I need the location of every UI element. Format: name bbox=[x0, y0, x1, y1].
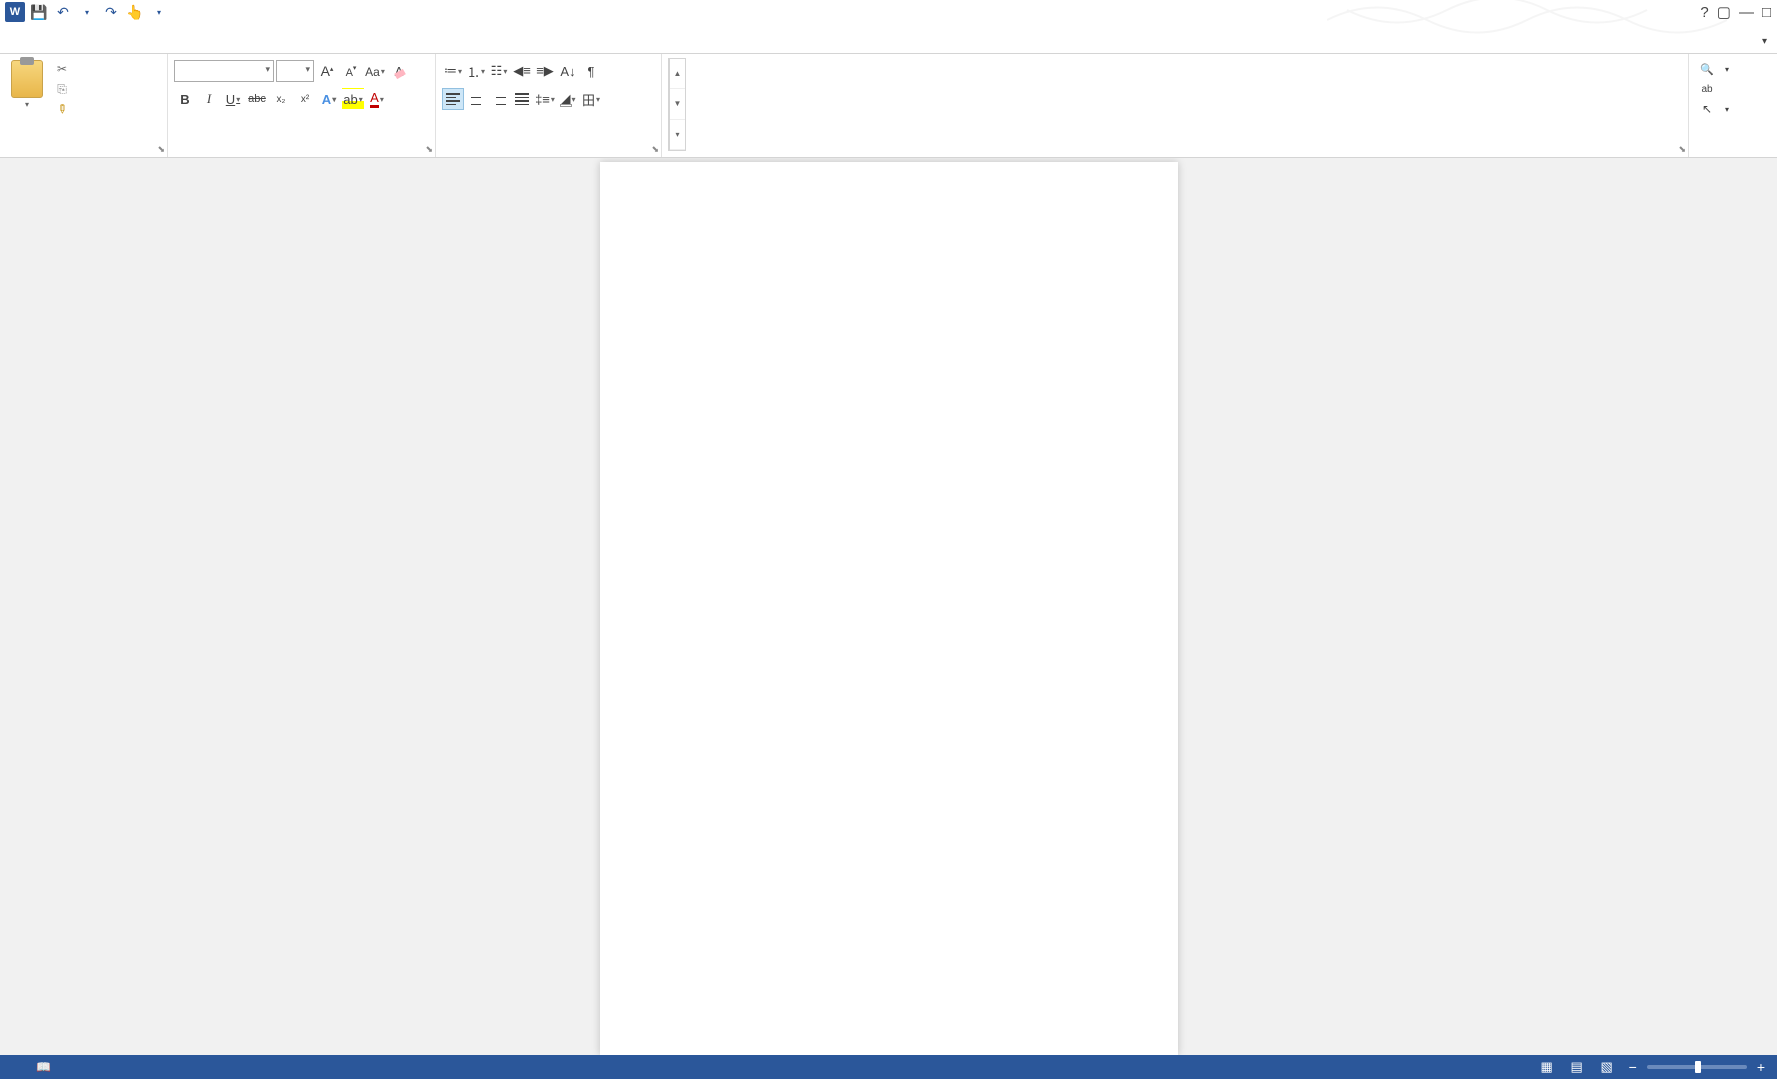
editing-group: ▾ ▾ bbox=[1689, 54, 1777, 157]
zoom-in-button[interactable]: + bbox=[1753, 1059, 1769, 1075]
help-icon[interactable]: ? bbox=[1700, 4, 1708, 21]
find-button[interactable]: ▾ bbox=[1695, 60, 1733, 78]
decrease-indent-icon[interactable]: ◀≡ bbox=[511, 60, 533, 82]
ribbon-tabs bbox=[0, 24, 1777, 54]
undo-dropdown-icon[interactable]: ▾ bbox=[76, 1, 98, 23]
copy-button[interactable] bbox=[52, 80, 76, 98]
maximize-icon[interactable]: □ bbox=[1762, 4, 1771, 21]
highlight-icon[interactable]: ab bbox=[342, 88, 364, 110]
editing-group-label bbox=[1695, 151, 1771, 155]
paste-icon bbox=[11, 60, 43, 98]
spell-check-icon[interactable]: 📖 bbox=[36, 1060, 51, 1074]
line-spacing-icon[interactable]: ‡≡ bbox=[534, 88, 556, 110]
window-controls: ? ▢ — □ bbox=[1700, 3, 1777, 21]
scissors-icon bbox=[54, 61, 70, 77]
font-launcher-icon[interactable]: ⬊ bbox=[425, 144, 433, 155]
read-mode-icon[interactable]: ▦ bbox=[1535, 1057, 1559, 1077]
minimize-icon[interactable]: — bbox=[1739, 4, 1754, 21]
text-effects-icon[interactable]: A bbox=[318, 88, 340, 110]
bold-button[interactable]: B bbox=[174, 88, 196, 110]
zoom-out-button[interactable]: − bbox=[1625, 1059, 1641, 1075]
qat-customize-icon[interactable]: ▾ bbox=[148, 1, 170, 23]
underline-button[interactable]: U bbox=[222, 88, 244, 110]
styles-scroll: ▲ ▼ ▾ bbox=[670, 58, 686, 151]
find-icon bbox=[1699, 61, 1715, 77]
change-case-icon[interactable] bbox=[364, 60, 386, 82]
clear-formatting-icon[interactable] bbox=[388, 60, 410, 82]
replace-icon bbox=[1699, 81, 1715, 97]
styles-group-label bbox=[668, 151, 1682, 155]
align-right-button[interactable] bbox=[488, 88, 510, 110]
print-layout-icon[interactable]: ▤ bbox=[1565, 1057, 1589, 1077]
document-page[interactable] bbox=[600, 162, 1178, 1055]
font-color-icon[interactable]: A bbox=[366, 88, 388, 110]
font-group-label bbox=[174, 151, 429, 155]
grow-font-icon[interactable] bbox=[316, 60, 338, 82]
copy-icon bbox=[54, 81, 70, 97]
title-bar: W 💾 ↶ ▾ ↷ 👆 ▾ ? ▢ — □ bbox=[0, 0, 1777, 24]
select-icon bbox=[1699, 101, 1715, 117]
numbering-icon[interactable]: ⒈ bbox=[465, 60, 487, 82]
web-layout-icon[interactable]: ▧ bbox=[1595, 1057, 1619, 1077]
touch-mode-icon[interactable]: 👆 bbox=[124, 1, 146, 23]
brush-icon bbox=[54, 101, 70, 117]
borders-icon[interactable]: 田 bbox=[580, 88, 602, 110]
user-account[interactable] bbox=[1752, 26, 1777, 53]
ribbon-display-icon[interactable]: ▢ bbox=[1717, 3, 1731, 21]
quick-access-toolbar: W 💾 ↶ ▾ ↷ 👆 ▾ bbox=[0, 1, 170, 23]
show-marks-icon[interactable]: ¶ bbox=[580, 60, 602, 82]
sort-icon[interactable]: A↓ bbox=[557, 60, 579, 82]
shrink-font-icon[interactable] bbox=[340, 60, 362, 82]
clipboard-launcher-icon[interactable]: ⬊ bbox=[157, 144, 165, 155]
status-bar: 📖 ▦ ▤ ▧ − + bbox=[0, 1055, 1777, 1079]
styles-expand-icon[interactable]: ▾ bbox=[670, 120, 685, 150]
save-icon[interactable]: 💾 bbox=[28, 1, 50, 23]
bullets-icon[interactable]: ≔ bbox=[442, 60, 464, 82]
word-app-icon[interactable]: W bbox=[4, 1, 26, 23]
clipboard-group: ▾ ⬊ bbox=[0, 54, 168, 157]
zoom-thumb[interactable] bbox=[1695, 1061, 1701, 1073]
select-button[interactable]: ▾ bbox=[1695, 100, 1733, 118]
styles-launcher-icon[interactable]: ⬊ bbox=[1678, 144, 1686, 155]
zoom-slider[interactable] bbox=[1647, 1065, 1747, 1069]
format-painter-button[interactable] bbox=[52, 100, 76, 118]
styles-group: ▲ ▼ ▾ ⬊ bbox=[662, 54, 1689, 157]
strikethrough-button[interactable]: abc bbox=[246, 88, 268, 110]
align-center-button[interactable] bbox=[465, 88, 487, 110]
ribbon: ▾ ⬊ B I U abc bbox=[0, 54, 1777, 158]
cut-button[interactable] bbox=[52, 60, 76, 78]
clipboard-group-label bbox=[6, 151, 161, 155]
increase-indent-icon[interactable]: ≡▶ bbox=[534, 60, 556, 82]
replace-button[interactable] bbox=[1695, 80, 1723, 98]
redo-icon[interactable]: ↷ bbox=[100, 1, 122, 23]
italic-button[interactable]: I bbox=[198, 88, 220, 110]
superscript-button[interactable]: x² bbox=[294, 88, 316, 110]
paste-button[interactable]: ▾ bbox=[6, 58, 48, 109]
styles-scroll-down-icon[interactable]: ▼ bbox=[670, 89, 685, 119]
font-group: B I U abc x₂ x² A ab A ⬊ bbox=[168, 54, 436, 157]
shading-icon[interactable]: ◢ bbox=[557, 88, 579, 110]
font-size-input[interactable] bbox=[276, 60, 314, 82]
paragraph-group: ≔ ⒈ ☷ ◀≡ ≡▶ A↓ ¶ ‡≡ ◢ 田 ⬊ bbox=[436, 54, 662, 157]
font-name-input[interactable] bbox=[174, 60, 274, 82]
multilevel-list-icon[interactable]: ☷ bbox=[488, 60, 510, 82]
undo-icon[interactable]: ↶ bbox=[52, 1, 74, 23]
paragraph-launcher-icon[interactable]: ⬊ bbox=[651, 144, 659, 155]
paragraph-group-label bbox=[442, 151, 655, 155]
align-left-button[interactable] bbox=[442, 88, 464, 110]
document-area[interactable] bbox=[0, 158, 1777, 1055]
justify-button[interactable] bbox=[511, 88, 533, 110]
styles-scroll-up-icon[interactable]: ▲ bbox=[670, 59, 685, 89]
subscript-button[interactable]: x₂ bbox=[270, 88, 292, 110]
